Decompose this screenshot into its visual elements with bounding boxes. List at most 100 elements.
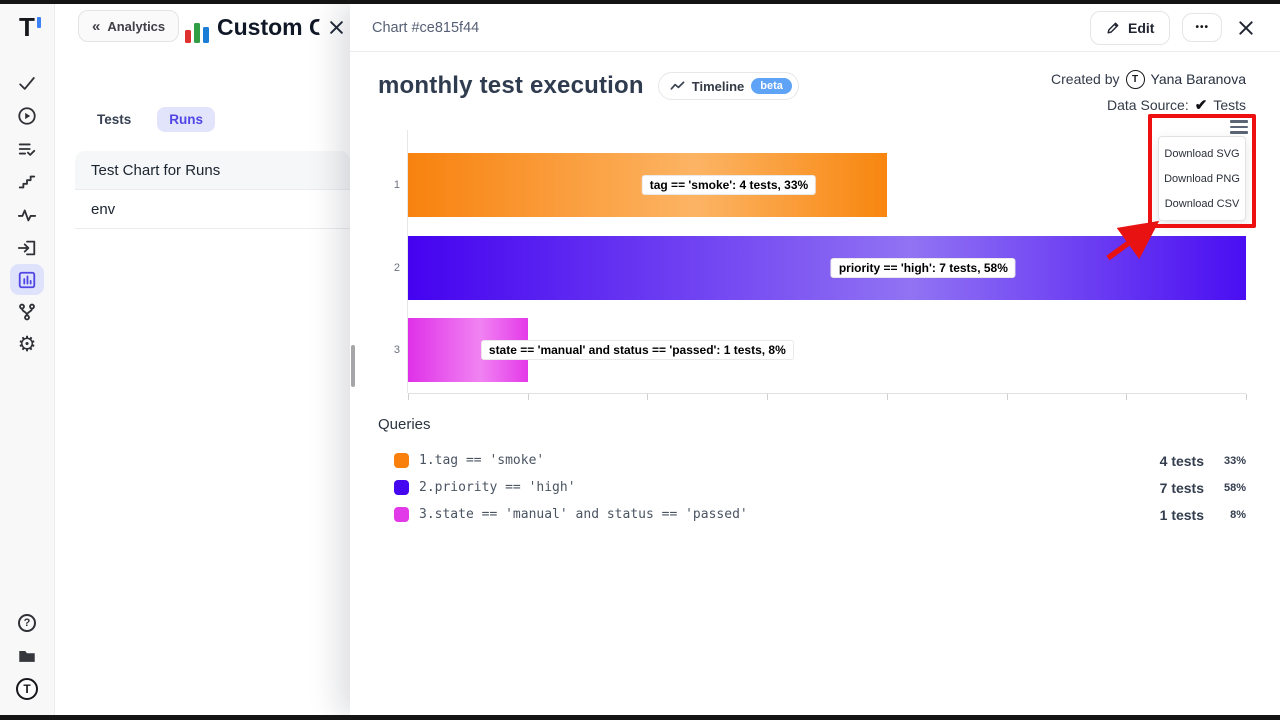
sidebar-item-test-plans[interactable] <box>9 132 45 165</box>
play-circle-icon <box>17 106 37 126</box>
sidebar-item-tests[interactable] <box>9 66 45 99</box>
query-percent-1: 33% <box>1204 455 1246 467</box>
data-source-label: Data Source: <box>1107 97 1189 113</box>
tab-runs[interactable]: Runs <box>157 107 215 132</box>
list-check-icon <box>17 139 37 159</box>
bar-row-2: priority == 'high': 7 tests, 58% <box>408 236 1246 300</box>
query-row-3: 3. state == 'manual' and status == 'pass… <box>394 501 1246 528</box>
sidebar-item-steps[interactable] <box>9 165 45 198</box>
sidebar-item-pulse[interactable] <box>9 198 45 231</box>
custom-chart-icon <box>185 17 211 43</box>
back-chevrons-icon: « <box>92 18 100 35</box>
list-item-env[interactable]: env <box>75 190 350 229</box>
bar-priority-high[interactable] <box>408 236 1246 300</box>
query-percent-2: 58% <box>1204 482 1246 494</box>
chart-title: monthly test execution <box>378 72 644 100</box>
screen-top-strip <box>0 0 1280 4</box>
custom-charts-panel: « Analytics Custom C Tests Runs Test Cha… <box>56 4 350 715</box>
drawer-header: Chart #ce815f44 Edit ••• <box>350 4 1280 52</box>
close-icon <box>1238 20 1254 36</box>
bar-row-3: state == 'manual' and status == 'passed'… <box>408 318 1246 382</box>
sidebar-item-branches[interactable] <box>9 295 45 328</box>
ellipsis-icon: ••• <box>1195 22 1209 33</box>
scrollbar-thumb[interactable] <box>351 345 355 387</box>
back-button-label: Analytics <box>107 19 165 34</box>
drawer-actions: Edit ••• <box>1090 11 1258 45</box>
created-by-label: Created by <box>1051 71 1119 87</box>
y-axis-label-1: 1 <box>386 179 400 191</box>
query-tests-2: 7 tests <box>1148 480 1204 496</box>
icon-sidebar: T <box>0 4 55 715</box>
bar-row-1: tag == 'smoke': 4 tests, 33% <box>408 153 1246 217</box>
data-source-value: Tests <box>1213 97 1246 113</box>
pencil-icon <box>1106 21 1120 35</box>
creator-name: Yana Baranova <box>1151 71 1246 87</box>
app-logo[interactable]: T <box>19 12 35 44</box>
screen-bottom-strip <box>0 715 1280 720</box>
query-tests-1: 4 tests <box>1148 453 1204 469</box>
back-to-analytics-button[interactable]: « Analytics <box>78 10 179 42</box>
check-icon: ✔ <box>1195 96 1208 114</box>
check-icon <box>17 73 37 93</box>
menu-item-download-png[interactable]: Download PNG <box>1159 166 1245 191</box>
query-text-2: priority == 'high' <box>435 480 576 495</box>
query-swatch-3 <box>394 507 409 522</box>
timeline-label: Timeline <box>692 79 745 94</box>
query-text-3: state == 'manual' and status == 'passed' <box>435 507 748 522</box>
import-box-icon <box>17 238 37 258</box>
timeline-toggle[interactable]: Timeline beta <box>658 72 799 100</box>
tab-tests[interactable]: Tests <box>85 107 143 132</box>
drawer-title: Chart #ce815f44 <box>372 20 479 36</box>
gear-icon: ⚙ <box>18 334 37 355</box>
query-row-1: 1. tag == 'smoke' 4 tests 33% <box>394 447 1246 474</box>
app-root: T <box>0 0 1280 720</box>
beta-badge: beta <box>751 78 792 94</box>
queries-section: Queries 1. tag == 'smoke' 4 tests 33% 2.… <box>378 416 1246 528</box>
close-icon <box>329 20 344 35</box>
more-options-button[interactable]: ••• <box>1182 13 1222 42</box>
query-row-2: 2. priority == 'high' 7 tests 58% <box>394 474 1246 501</box>
sidebar-item-import[interactable] <box>9 231 45 264</box>
query-swatch-2 <box>394 480 409 495</box>
query-tests-3: 1 tests <box>1148 507 1204 523</box>
queries-heading: Queries <box>378 416 1246 433</box>
sidebar-nav: ⚙ <box>9 66 45 361</box>
list-tabs: Tests Runs <box>85 107 215 132</box>
left-panel-close-button[interactable] <box>318 9 354 45</box>
folder-icon <box>17 646 37 666</box>
list-item-test-chart-for-runs[interactable]: Test Chart for Runs <box>75 151 350 190</box>
sidebar-bottom: ? T <box>9 606 45 705</box>
query-swatch-1 <box>394 453 409 468</box>
query-percent-3: 8% <box>1204 509 1246 521</box>
drawer-close-button[interactable] <box>1234 16 1258 40</box>
query-index-3: 3. <box>419 507 435 522</box>
sidebar-item-settings[interactable]: ⚙ <box>9 328 45 361</box>
edit-button[interactable]: Edit <box>1090 11 1170 45</box>
data-source-line: Data Source: ✔ Tests <box>1051 92 1246 118</box>
query-index-1: 1. <box>419 453 435 468</box>
sidebar-item-projects[interactable] <box>9 639 45 672</box>
menu-item-download-svg[interactable]: Download SVG <box>1159 141 1245 166</box>
sidebar-item-account[interactable]: T <box>9 672 45 705</box>
chart-meta: Created by T Yana Baranova Data Source: … <box>1051 66 1246 118</box>
edit-button-label: Edit <box>1128 20 1154 36</box>
menu-item-download-csv[interactable]: Download CSV <box>1159 191 1245 216</box>
sidebar-item-analytics[interactable] <box>10 264 44 295</box>
y-axis-label-2: 2 <box>386 262 400 274</box>
plot-area: tag == 'smoke': 4 tests, 33% priority ==… <box>407 130 1246 393</box>
sidebar-item-help[interactable]: ? <box>9 606 45 639</box>
query-index-2: 2. <box>419 480 435 495</box>
steps-icon <box>17 172 37 192</box>
queries-rows: 1. tag == 'smoke' 4 tests 33% 2. priorit… <box>378 447 1246 528</box>
help-icon: ? <box>18 614 36 632</box>
app-logo-accent <box>37 17 41 28</box>
charts-list: Test Chart for Runs env <box>75 151 350 229</box>
bar-label-state-manual-passed: state == 'manual' and status == 'passed'… <box>481 340 794 360</box>
x-axis <box>408 393 1246 394</box>
bar-label-priority-high: priority == 'high': 7 tests, 58% <box>831 258 1016 278</box>
sidebar-item-runs[interactable] <box>9 99 45 132</box>
hamburger-icon <box>1230 120 1248 122</box>
y-axis-label-3: 3 <box>386 344 400 356</box>
chart-drawer: Chart #ce815f44 Edit ••• monthly test ex… <box>350 4 1280 715</box>
pulse-icon <box>17 205 37 225</box>
